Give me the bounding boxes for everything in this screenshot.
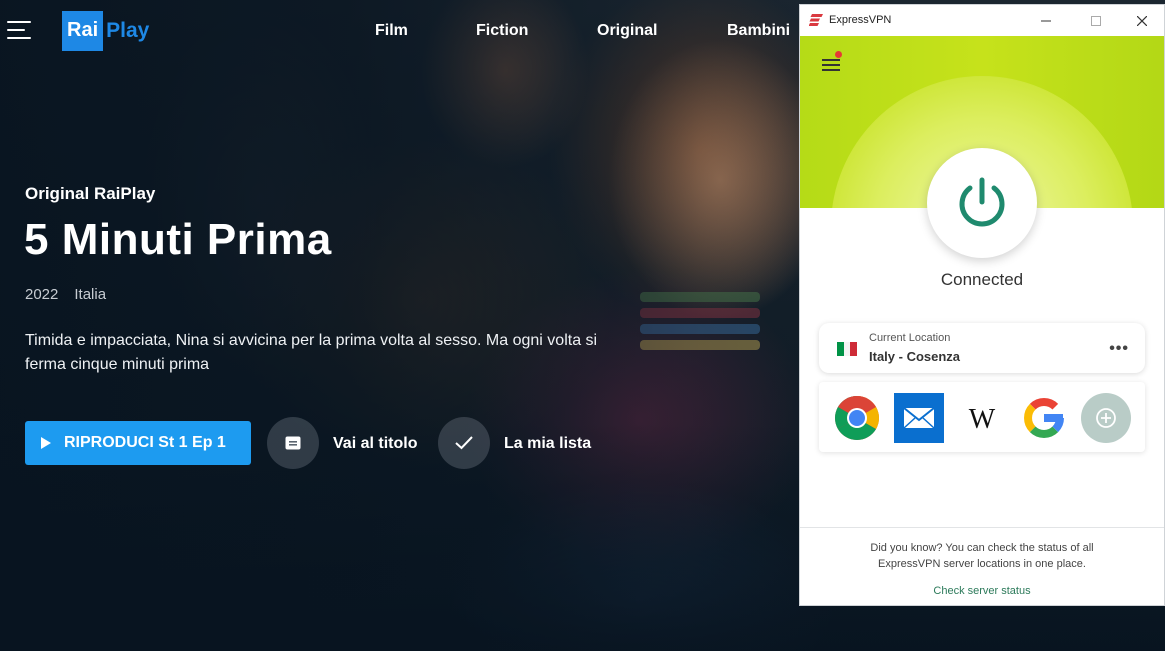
check-icon <box>455 436 473 450</box>
nav-item-film[interactable]: Film <box>375 22 408 40</box>
raiplay-logo[interactable]: Rai Play <box>62 11 149 51</box>
vpn-titlebar[interactable]: ExpressVPN <box>800 5 1164 36</box>
close-button[interactable] <box>1122 9 1162 33</box>
app-shortcuts: W <box>819 382 1145 452</box>
my-list-button-label[interactable]: La mia lista <box>504 435 591 453</box>
play-icon <box>41 437 51 449</box>
my-list-button[interactable] <box>438 417 490 469</box>
minimize-button[interactable] <box>1026 9 1066 33</box>
tip-text: Did you know? You can check the status o… <box>870 542 1094 570</box>
vpn-power-button[interactable] <box>927 148 1037 258</box>
logo-play-text: Play <box>106 19 150 42</box>
wikipedia-shortcut[interactable]: W <box>957 393 1007 443</box>
details-icon <box>285 436 301 450</box>
more-options-icon[interactable]: ••• <box>1109 340 1129 358</box>
google-shortcut[interactable] <box>1019 393 1069 443</box>
notification-dot <box>835 51 842 58</box>
nav-item-bambini[interactable]: Bambini <box>727 22 790 40</box>
vpn-menu-icon[interactable] <box>822 56 842 72</box>
hero-description: Timida e impacciata, Nina si avvicina pe… <box>25 332 598 373</box>
maximize-button[interactable] <box>1076 9 1116 33</box>
vpn-tip-footer: Did you know? You can check the status o… <box>800 527 1164 605</box>
current-location-value: Italy - Cosenza <box>869 349 961 364</box>
hero-eyebrow: Original RaiPlay <box>25 184 156 203</box>
power-icon <box>959 177 1005 227</box>
expressvpn-logo-icon <box>809 14 823 26</box>
nav-item-fiction[interactable]: Fiction <box>476 22 528 40</box>
google-icon <box>1024 398 1064 438</box>
wikipedia-icon: W <box>969 404 996 435</box>
chrome-icon <box>835 396 879 440</box>
current-location-card[interactable]: Current Location Italy - Cosenza ••• <box>819 323 1145 373</box>
minimize-icon <box>1041 20 1051 22</box>
hero-year: 2022 <box>25 286 59 303</box>
check-server-status-link[interactable]: Check server status <box>800 585 1164 597</box>
add-shortcut-icon <box>1081 393 1131 443</box>
nav-item-original[interactable]: Original <box>597 22 657 40</box>
vpn-window-title: ExpressVPN <box>829 14 892 26</box>
hero-country: Italia <box>74 286 107 303</box>
mail-shortcut[interactable] <box>894 393 944 443</box>
close-icon <box>1137 16 1147 26</box>
play-button-label: RIPRODUCI St 1 Ep 1 <box>64 434 226 451</box>
connection-status: Connected <box>940 270 1024 289</box>
add-shortcut-button[interactable] <box>1081 393 1131 443</box>
details-button[interactable] <box>267 417 319 469</box>
play-button[interactable]: RIPRODUCI St 1 Ep 1 <box>25 421 251 465</box>
maximize-icon <box>1091 16 1101 26</box>
current-location-label: Current Location <box>869 332 951 344</box>
expressvpn-window: ExpressVPN Connected Current Location It… <box>799 4 1165 606</box>
logo-rai-text: Rai <box>62 11 104 51</box>
raiplay-menu-icon[interactable] <box>7 21 31 41</box>
wikipedia-glyph: W <box>969 404 996 435</box>
details-button-label[interactable]: Vai al titolo <box>333 435 417 453</box>
hero-meta: 2022 Italia <box>25 286 122 303</box>
hero-title: 5 Minuti Prima <box>24 215 332 264</box>
italy-flag-icon <box>837 342 858 356</box>
mail-icon <box>894 393 944 443</box>
chrome-shortcut[interactable] <box>832 393 882 443</box>
